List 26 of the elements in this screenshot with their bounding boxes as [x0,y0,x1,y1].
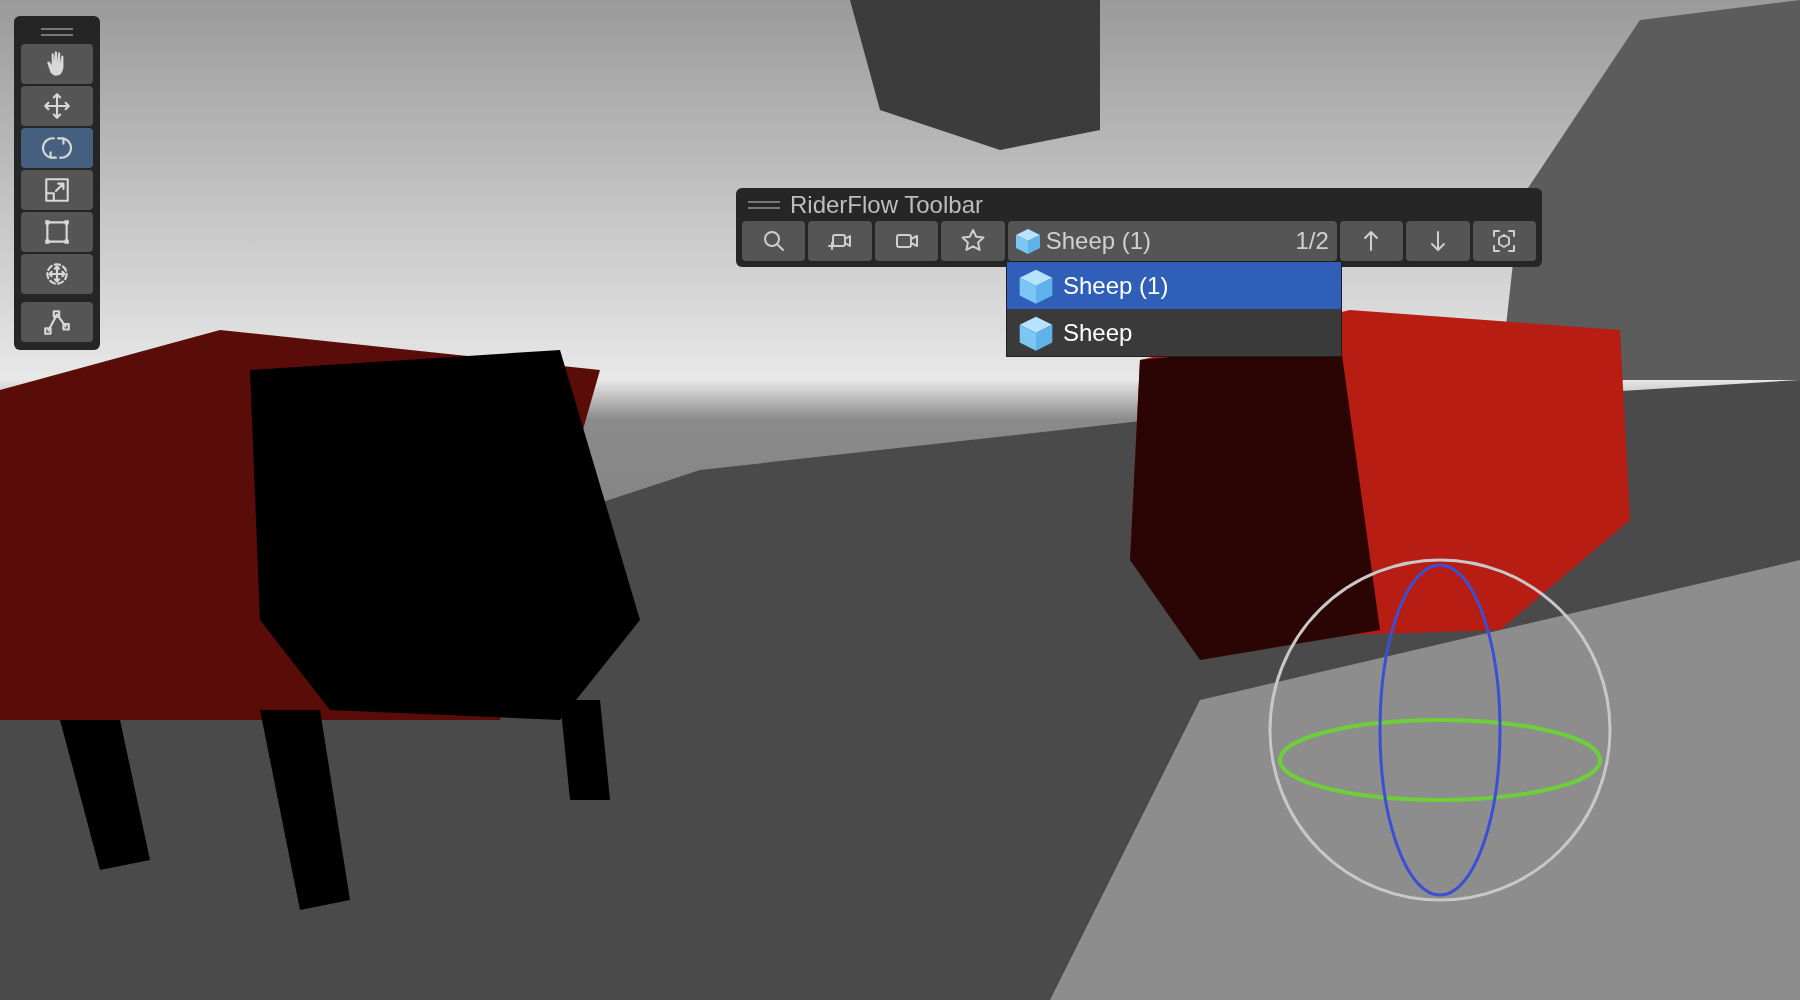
search-button[interactable] [742,221,806,261]
dropdown-item[interactable]: Sheep [1007,309,1341,356]
toolbar-button[interactable] [1472,221,1537,261]
scale-icon [42,175,72,205]
toolbar-button[interactable] [941,221,1005,261]
toolbar-button[interactable] [874,221,939,261]
cube-icon [1013,227,1042,255]
dropdown-item[interactable]: Sheep (1) [1007,262,1341,309]
tool-button[interactable] [21,86,93,126]
move-arrows-icon [42,91,72,121]
tool-button[interactable] [21,170,93,210]
tool-button[interactable] [21,128,93,168]
custom-tool-icon [42,307,72,337]
toolbar-title: RiderFlow Toolbar [790,190,983,219]
toolbar-button[interactable] [1339,221,1404,261]
tool-button[interactable] [21,44,93,84]
tool-button[interactable] [21,212,93,252]
result-counter: 1/2 [1295,227,1329,255]
toolbar-button[interactable] [808,221,872,261]
selected-object-name: Sheep (1) [1045,227,1153,255]
drag-handle[interactable] [41,28,73,36]
object-selector[interactable]: Sheep (1) 1/2 [1007,221,1337,261]
drag-handle[interactable] [748,200,780,209]
tool-button[interactable] [21,254,93,294]
tool-button[interactable] [21,302,93,342]
rect-tool-icon [42,217,72,247]
